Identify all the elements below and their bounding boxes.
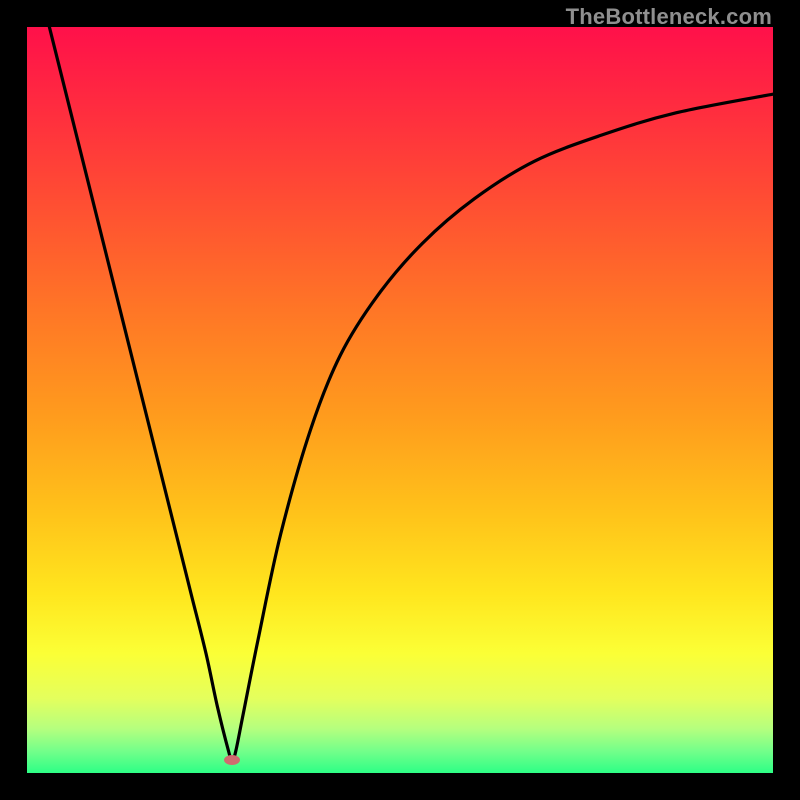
minimum-marker [224, 755, 240, 765]
chart-container: TheBottleneck.com [0, 0, 800, 800]
plot-area [27, 27, 773, 773]
bottleneck-curve [27, 27, 773, 773]
